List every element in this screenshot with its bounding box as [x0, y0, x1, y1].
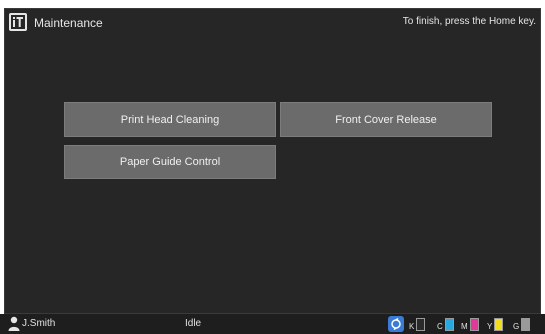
maintenance-panel: Maintenance To finish, press the Home ke…	[4, 8, 541, 314]
machine-status: Idle	[185, 318, 202, 329]
toner-label: Y	[487, 322, 493, 331]
network-icon[interactable]	[388, 316, 404, 332]
toner-level-bar	[469, 318, 479, 331]
toner-label: G	[513, 322, 520, 331]
toner-level-bar	[521, 318, 531, 331]
front-cover-release-button[interactable]: Front Cover Release	[280, 102, 492, 137]
user-icon	[8, 316, 20, 331]
screen: Maintenance To finish, press the Home ke…	[0, 0, 545, 334]
toner-label: M	[461, 322, 468, 331]
toner-level-bar	[494, 318, 504, 331]
toner-c: C	[437, 317, 454, 331]
toner-y: Y	[487, 317, 504, 331]
toner-level-bar	[444, 318, 454, 331]
home-key-hint: To finish, press the Home key.	[402, 16, 536, 27]
page-title: Maintenance	[34, 16, 103, 30]
status-bar: J.Smith Idle K C M Y G	[0, 314, 545, 334]
maintenance-tool-icon	[9, 13, 27, 31]
toner-k: K	[409, 317, 426, 331]
toner-label: C	[437, 322, 443, 331]
user-name[interactable]: J.Smith	[22, 318, 55, 330]
toner-label: K	[409, 322, 415, 331]
toner-m: M	[461, 317, 479, 331]
toner-level-bar	[416, 318, 426, 331]
toner-g: G	[513, 317, 531, 331]
paper-guide-control-button[interactable]: Paper Guide Control	[64, 145, 276, 179]
print-head-cleaning-button[interactable]: Print Head Cleaning	[64, 102, 276, 137]
